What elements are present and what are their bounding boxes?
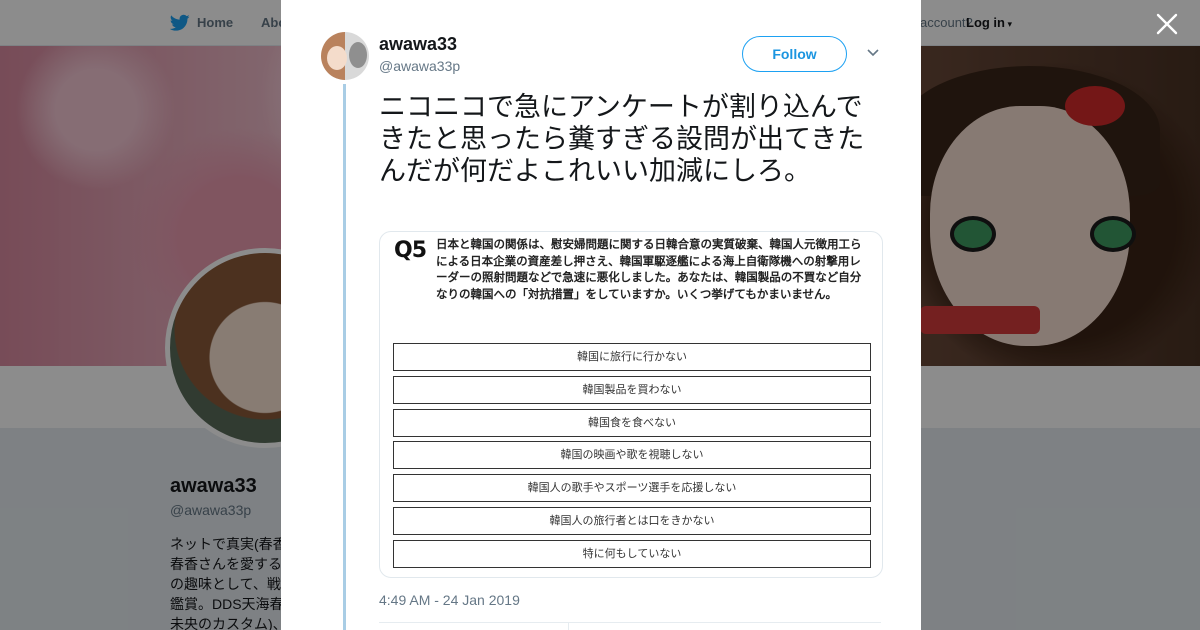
answer-option: 韓国人の旅行者とは口をきかない xyxy=(393,506,871,535)
stats-column-divider xyxy=(568,622,569,630)
answer-option: 韓国の映画や歌を視聴しない xyxy=(393,441,871,470)
stats-divider xyxy=(379,622,881,623)
thread-line xyxy=(343,84,346,630)
answer-option: 韓国製品を買わない xyxy=(393,375,871,404)
tweet-timestamp[interactable]: 4:49 AM - 24 Jan 2019 xyxy=(379,592,520,608)
question-number: Q5 xyxy=(394,238,427,263)
tweet-author-avatar[interactable] xyxy=(321,32,369,80)
chevron-down-icon[interactable] xyxy=(865,44,881,60)
avatar-face-left xyxy=(327,46,347,70)
answer-options: 韓国に旅行に行かない 韓国製品を買わない 韓国食を食べない 韓国の映画や歌を視聴… xyxy=(393,343,871,573)
answer-option: 特に何もしていない xyxy=(393,539,871,568)
close-icon[interactable] xyxy=(1155,12,1179,36)
tweet-media-image[interactable]: Q5 日本と韓国の関係は、慰安婦問題に関する日韓合意の実質破棄、韓国人元徴用工ら… xyxy=(379,231,883,578)
follow-button[interactable]: Follow xyxy=(742,36,847,72)
answer-option: 韓国人の歌手やスポーツ選手を応援しない xyxy=(393,474,871,503)
answer-option: 韓国食を食べない xyxy=(393,408,871,437)
answer-option: 韓国に旅行に行かない xyxy=(393,343,871,371)
tweet-author-name[interactable]: awawa33 xyxy=(379,34,457,55)
tweet-text: ニコニコで急にアンケートが割り込んできたと思ったら糞すぎる設問が出てきたんだが何… xyxy=(379,92,865,187)
tweet-author-handle[interactable]: @awawa33p xyxy=(379,58,460,74)
avatar-face-right xyxy=(349,42,367,68)
tweet-modal: awawa33 @awawa33p Follow ニコニコで急にアンケートが割り… xyxy=(281,0,921,630)
question-text: 日本と韓国の関係は、慰安婦問題に関する日韓合意の実質破棄、韓国人元徴用工らによる… xyxy=(436,237,862,301)
